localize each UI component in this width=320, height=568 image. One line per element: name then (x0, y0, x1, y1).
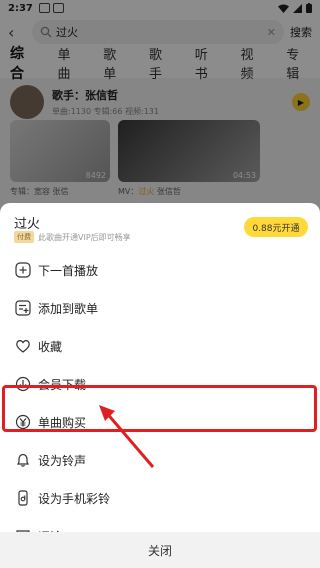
plus-icon (15, 262, 31, 278)
vip-note: 此歌曲开通VIP后即可畅享 (38, 232, 131, 242)
close-button[interactable]: 关闭 (0, 532, 320, 568)
add-to-playlist-icon (15, 300, 31, 316)
menu-item-label: 设为铃声 (38, 453, 87, 468)
menu-item-favorite[interactable]: 收藏 (0, 327, 320, 365)
bell-icon (15, 452, 31, 468)
menu-item-label: 添加到歌单 (38, 301, 99, 316)
highlight-box (2, 385, 317, 432)
menu-item-add-to-playlist[interactable]: 添加到歌单 (0, 289, 320, 327)
phone-ringtone-icon (15, 490, 31, 506)
menu-item-label: 收藏 (38, 339, 63, 354)
vip-note-row: 付费 此歌曲开通VIP后即可畅享 (14, 231, 131, 243)
menu-item-play-next[interactable]: 下一首播放 (0, 251, 320, 289)
pointer-arrow-icon (99, 405, 155, 468)
paid-badge: 付费 (14, 231, 34, 243)
vip-open-button[interactable]: 0.88元开通 (244, 217, 308, 237)
menu-item-set-phone-ringback[interactable]: 设为手机彩铃 (0, 479, 320, 517)
menu-item-label: 下一首播放 (38, 263, 99, 278)
heart-icon (15, 338, 31, 354)
song-title: 过火 (14, 217, 41, 232)
sheet-header: 过火 付费 此歌曲开通VIP后即可畅享 0.88元开通 (0, 203, 320, 243)
menu-item-label: 设为手机彩铃 (38, 491, 111, 506)
menu-item-set-ringtone[interactable]: 设为铃声 (0, 441, 320, 479)
